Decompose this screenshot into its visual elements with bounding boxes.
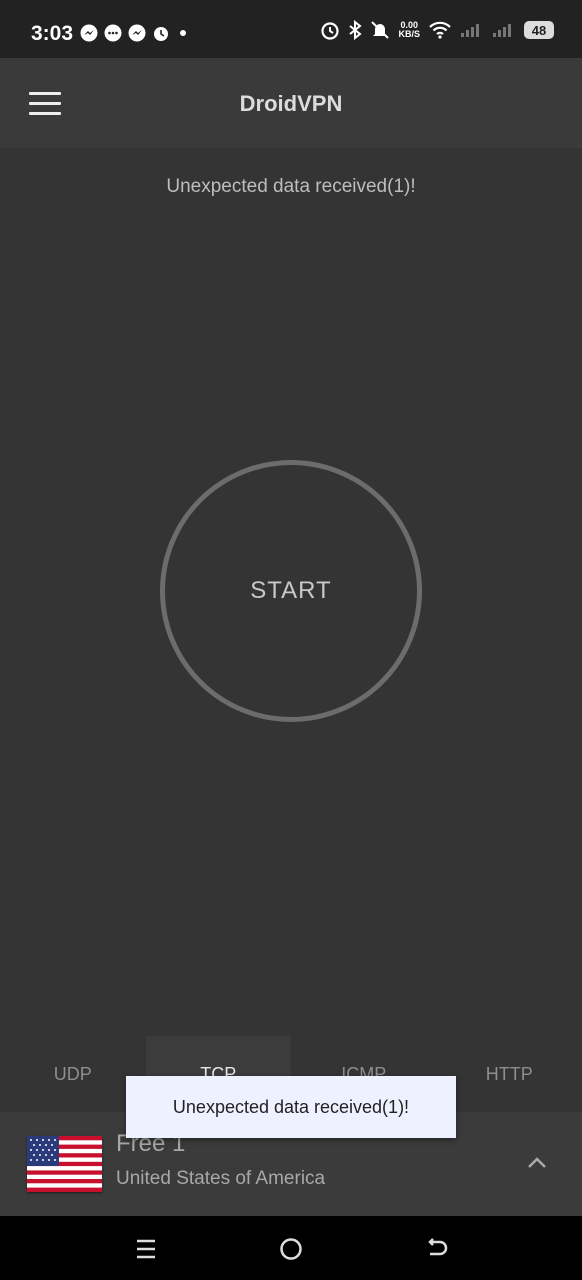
messenger-icon: [128, 24, 146, 42]
tab-http[interactable]: HTTP: [437, 1036, 582, 1112]
wifi-icon: [429, 21, 451, 39]
net-speed: 0.00 KB/S: [398, 21, 420, 39]
signal-icon: [461, 24, 479, 37]
tab-udp[interactable]: UDP: [0, 1036, 146, 1112]
home-icon[interactable]: [276, 1234, 306, 1264]
status-time: 3:03: [31, 22, 74, 45]
app-bar: DroidVPN: [0, 58, 582, 148]
app-title: DroidVPN: [239, 91, 343, 116]
battery-icon: 48: [524, 21, 554, 39]
system-icons: 0.00 KB/S 48: [320, 20, 554, 40]
status-bar: 3:03 0.00 KB/S 48: [0, 0, 582, 58]
signal-icon: [493, 24, 511, 37]
notification-icons: [80, 24, 186, 42]
start-button[interactable]: START: [160, 460, 422, 722]
more-notifications-dot: [180, 30, 186, 36]
start-button-label: START: [250, 577, 332, 604]
us-flag-icon: [27, 1136, 102, 1192]
toast-message: Unexpected data received(1)!: [126, 1076, 456, 1138]
mute-icon: [371, 21, 390, 39]
alarm-icon: [154, 27, 168, 41]
server-country: United States of America: [116, 1168, 326, 1189]
net-speed-unit: KB/S: [398, 29, 420, 39]
connection-status-message: Unexpected data received(1)!: [166, 176, 416, 197]
bluetooth-icon: [349, 20, 363, 40]
alarm-icon: [321, 22, 340, 40]
chat-icon: [104, 24, 122, 42]
chevron-up-icon[interactable]: [526, 1152, 548, 1174]
messenger-icon: [80, 24, 98, 42]
recents-icon[interactable]: [131, 1234, 161, 1264]
system-nav-bar: [0, 1216, 582, 1280]
back-icon[interactable]: [422, 1234, 452, 1264]
